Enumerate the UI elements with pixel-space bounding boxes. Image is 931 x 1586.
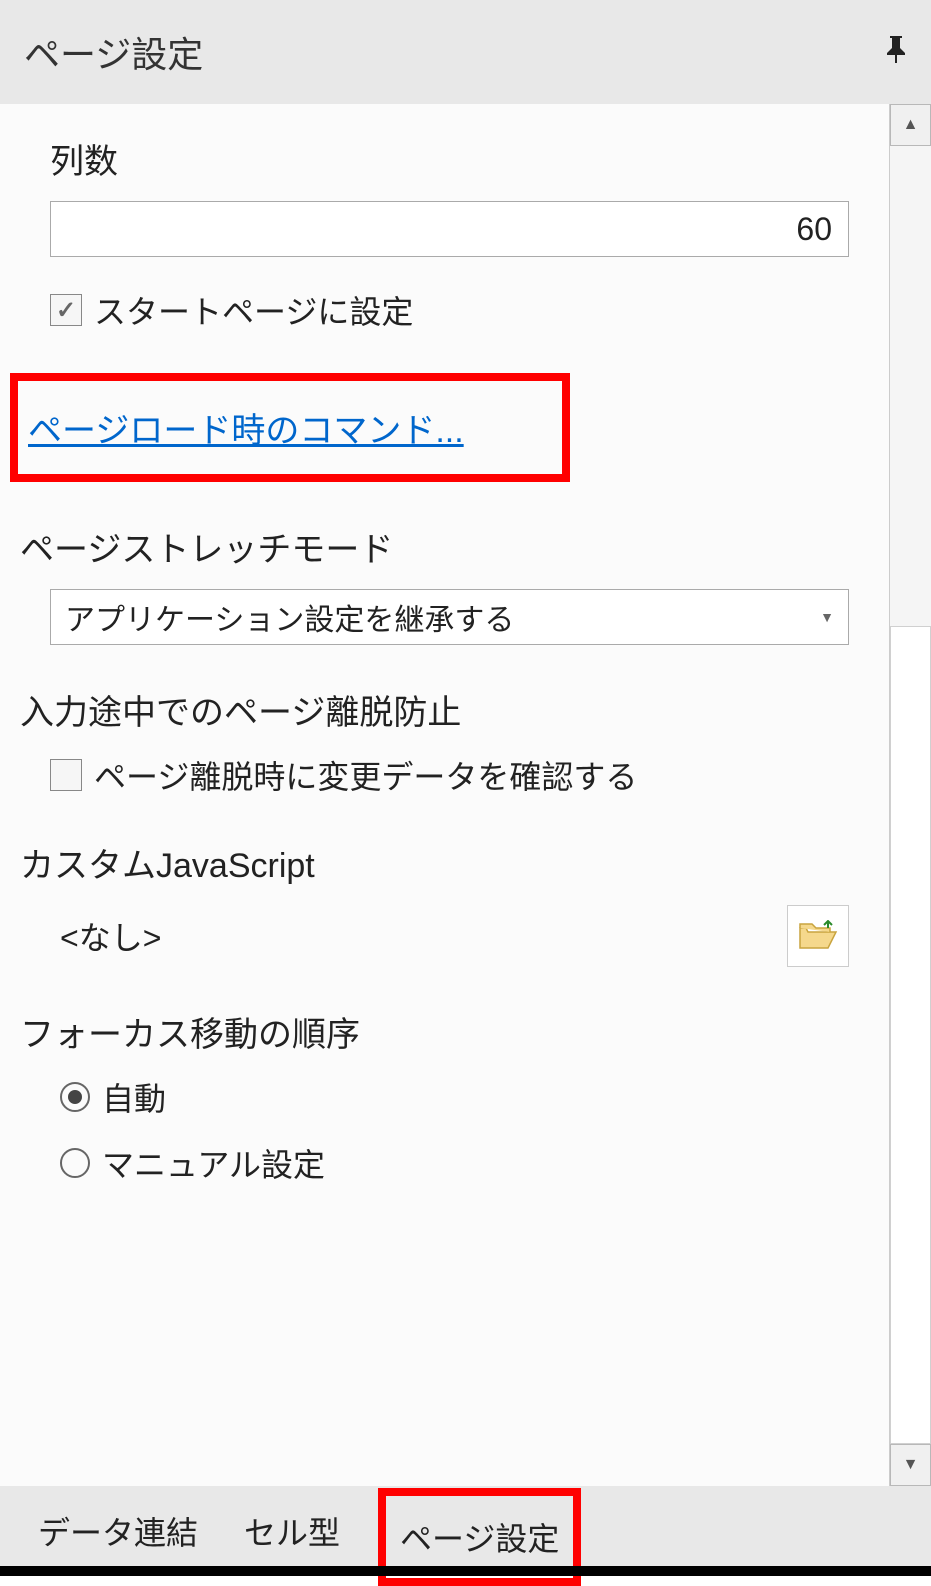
- open-folder-button[interactable]: [787, 905, 849, 967]
- stretch-mode-selected: アプリケーション設定を継承する: [65, 595, 514, 639]
- panel-header: ページ設定: [0, 0, 931, 104]
- vertical-scrollbar[interactable]: ▲ ▼: [889, 104, 931, 1486]
- focus-auto-radio[interactable]: [60, 1082, 90, 1112]
- custom-js-group: カスタムJavaScript <なし>: [50, 838, 849, 967]
- bottom-tab-bar: データ連結 セル型 ページ設定: [0, 1486, 931, 1576]
- stretch-mode-group: ページストレッチモード アプリケーション設定を継承する ▼: [50, 522, 849, 645]
- leave-prevent-group: 入力途中でのページ離脱防止 ページ離脱時に変更データを確認する: [50, 685, 849, 798]
- scroll-down-arrow[interactable]: ▼: [890, 1444, 931, 1486]
- leave-confirm-row[interactable]: ページ離脱時に変更データを確認する: [50, 752, 849, 798]
- highlight-pageload: ページロード時のコマンド...: [10, 373, 570, 482]
- columns-label: 列数: [50, 134, 849, 183]
- focus-manual-row[interactable]: マニュアル設定: [60, 1140, 849, 1186]
- panel-title: ページ設定: [24, 26, 203, 78]
- settings-content: 列数 スタートページに設定 ページロード時のコマンド... ページストレッチモー…: [0, 104, 889, 1486]
- focus-manual-label: マニュアル設定: [102, 1140, 325, 1186]
- leave-confirm-label: ページ離脱時に変更データを確認する: [94, 752, 637, 798]
- content-wrapper: 列数 スタートページに設定 ページロード時のコマンド... ページストレッチモー…: [0, 104, 931, 1486]
- startpage-label: スタートページに設定: [94, 287, 413, 333]
- stretch-mode-label: ページストレッチモード: [20, 522, 849, 571]
- startpage-checkbox[interactable]: [50, 294, 82, 326]
- scroll-up-arrow[interactable]: ▲: [890, 104, 931, 146]
- chevron-down-icon: ▼: [820, 609, 834, 625]
- focus-manual-radio[interactable]: [60, 1148, 90, 1178]
- pin-icon[interactable]: [885, 34, 907, 71]
- pageload-command-link[interactable]: ページロード時のコマンド...: [28, 412, 464, 450]
- stretch-mode-dropdown[interactable]: アプリケーション設定を継承する ▼: [50, 589, 849, 645]
- focus-order-title: フォーカス移動の順序: [20, 1007, 849, 1056]
- startpage-row[interactable]: スタートページに設定: [50, 287, 849, 333]
- focus-auto-row[interactable]: 自動: [60, 1074, 849, 1120]
- custom-js-row: <なし>: [50, 905, 849, 967]
- columns-group: 列数 スタートページに設定: [50, 134, 849, 333]
- custom-js-title: カスタムJavaScript: [20, 838, 849, 887]
- tab-cell-type[interactable]: セル型: [236, 1496, 348, 1566]
- columns-input[interactable]: [50, 201, 849, 257]
- leave-prevent-title: 入力途中でのページ離脱防止: [20, 685, 849, 734]
- leave-confirm-checkbox[interactable]: [50, 759, 82, 791]
- custom-js-placeholder: <なし>: [60, 913, 161, 959]
- folder-open-icon: [798, 920, 838, 952]
- scroll-thumb[interactable]: [890, 626, 931, 1444]
- focus-order-group: フォーカス移動の順序 自動 マニュアル設定: [50, 1007, 849, 1186]
- scroll-track[interactable]: [890, 146, 931, 1444]
- focus-auto-label: 自動: [102, 1074, 166, 1120]
- bottom-border: [0, 1566, 931, 1576]
- tab-data-link[interactable]: データ連結: [30, 1496, 206, 1566]
